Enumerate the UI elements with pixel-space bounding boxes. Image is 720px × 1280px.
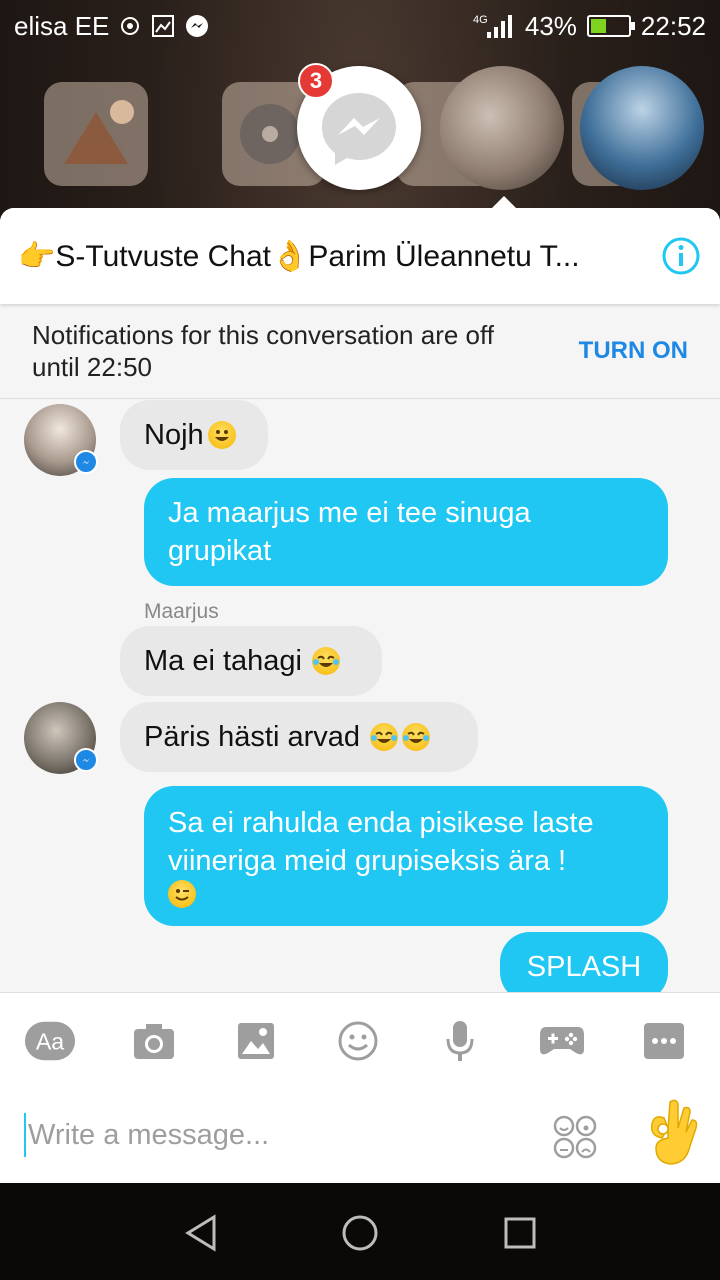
messenger-badge-icon (74, 748, 98, 772)
grinning-emoji-icon (207, 421, 236, 449)
battery-icon (586, 15, 635, 37)
winking-emoji-icon (168, 880, 196, 908)
recents-button[interactable] (498, 1211, 542, 1255)
carrier-label: elisa EE (14, 10, 110, 41)
message-text-line: grupikat (168, 535, 272, 567)
battery-level-fill (590, 19, 607, 33)
text-format-button[interactable]: Aa (24, 1019, 76, 1063)
messenger-notification-icon (185, 14, 209, 38)
network-type-label: 4G (473, 14, 488, 26)
recents-square-icon (504, 1217, 536, 1249)
message-bubble-in[interactable]: Nojh (120, 400, 268, 470)
home-button[interactable] (338, 1211, 382, 1255)
emoji-faces-button[interactable] (552, 1114, 598, 1160)
camera-button[interactable] (128, 1019, 180, 1063)
message-text-line: viineriga meid grupiseksis ära ! (168, 845, 567, 877)
chat-head-avatar-2[interactable] (580, 66, 704, 190)
messenger-badge-icon (74, 450, 98, 474)
app-shape-icon (64, 100, 134, 164)
signal-icon: 4G (473, 12, 515, 40)
message-composer (0, 1088, 720, 1183)
more-icon (644, 1023, 684, 1059)
conversation-title[interactable]: 👉S-Tutvuste Chat👌Parim Üleannetu T... (18, 239, 608, 274)
message-text: Päris hästi arvad (144, 721, 360, 753)
gallery-icon (151, 14, 175, 38)
back-button[interactable] (180, 1211, 224, 1255)
tears-of-joy-emoji-icon (402, 723, 430, 751)
image-button[interactable] (230, 1019, 282, 1063)
message-text: Nojh (144, 419, 204, 451)
tears-of-joy-emoji-icon (370, 723, 398, 751)
image-icon (238, 1023, 274, 1059)
tears-of-joy-emoji-icon (312, 647, 340, 675)
sticker-icon (338, 1021, 378, 1061)
conversation-header: 👉S-Tutvuste Chat👌Parim Üleannetu T... (0, 208, 720, 304)
messenger-icon (322, 93, 396, 165)
camera-icon (134, 1024, 174, 1059)
clock: 22:52 (640, 10, 706, 41)
back-triangle-icon (185, 1214, 216, 1252)
message-bubble-out[interactable]: SPLASH (500, 932, 668, 992)
turn-on-button[interactable]: TURN ON (579, 337, 688, 365)
app-tile-shape (44, 82, 148, 186)
game-button[interactable] (536, 1019, 588, 1063)
ok-hand-button[interactable] (644, 1098, 700, 1170)
chat-panel: 👉S-Tutvuste Chat👌Parim Üleannetu T... No… (0, 208, 720, 1183)
message-text: Ma ei tahagi (144, 645, 302, 677)
message-input[interactable] (24, 1113, 504, 1157)
chat-head-avatar-1[interactable] (440, 66, 564, 190)
battery-percent: 43% (524, 10, 577, 41)
message-bubble-in[interactable]: Päris hästi arvad (120, 702, 478, 772)
message-text: SPLASH (526, 951, 642, 983)
chat-heads-row: 3 (0, 60, 720, 210)
sticker-button[interactable] (332, 1019, 384, 1063)
status-bar: elisa EE 4G 43% 22:52 (0, 0, 720, 52)
message-bubble-in[interactable]: Ma ei tahagi (120, 626, 382, 696)
message-text-line: Sa ei rahulda enda pisikese laste (168, 807, 594, 839)
microphone-button[interactable] (434, 1019, 486, 1063)
muted-notice: Notifications for this conversation are … (0, 304, 720, 399)
more-button[interactable] (638, 1019, 690, 1063)
text-format-icon: Aa (24, 1021, 76, 1061)
emoji-faces-icon (553, 1115, 597, 1159)
message-bubble-out[interactable]: Sa ei rahulda enda pisikese laste viiner… (144, 786, 668, 926)
sender-name: Maarjus (144, 600, 219, 623)
muted-notice-text: Notifications for this conversation are … (32, 320, 494, 382)
navigation-bar (0, 1183, 720, 1280)
message-text-line: Ja maarjus me ei tee sinuga (168, 497, 531, 529)
svg-text:Aa: Aa (36, 1029, 64, 1055)
game-icon (540, 1027, 584, 1055)
info-icon (662, 237, 700, 275)
composer-toolbar: Aa (0, 992, 720, 1088)
home-circle-icon (342, 1215, 378, 1251)
microphone-icon (446, 1021, 474, 1061)
ok-hand-icon (650, 1099, 698, 1165)
nfc-icon (119, 15, 141, 37)
active-head-pointer (490, 196, 518, 210)
info-button[interactable] (660, 235, 702, 277)
message-list[interactable]: Nojh Ja maarjus me ei tee sinuga grupika… (0, 400, 720, 992)
unread-badge: 3 (298, 63, 334, 99)
message-bubble-out[interactable]: Ja maarjus me ei tee sinuga grupikat (144, 478, 668, 586)
